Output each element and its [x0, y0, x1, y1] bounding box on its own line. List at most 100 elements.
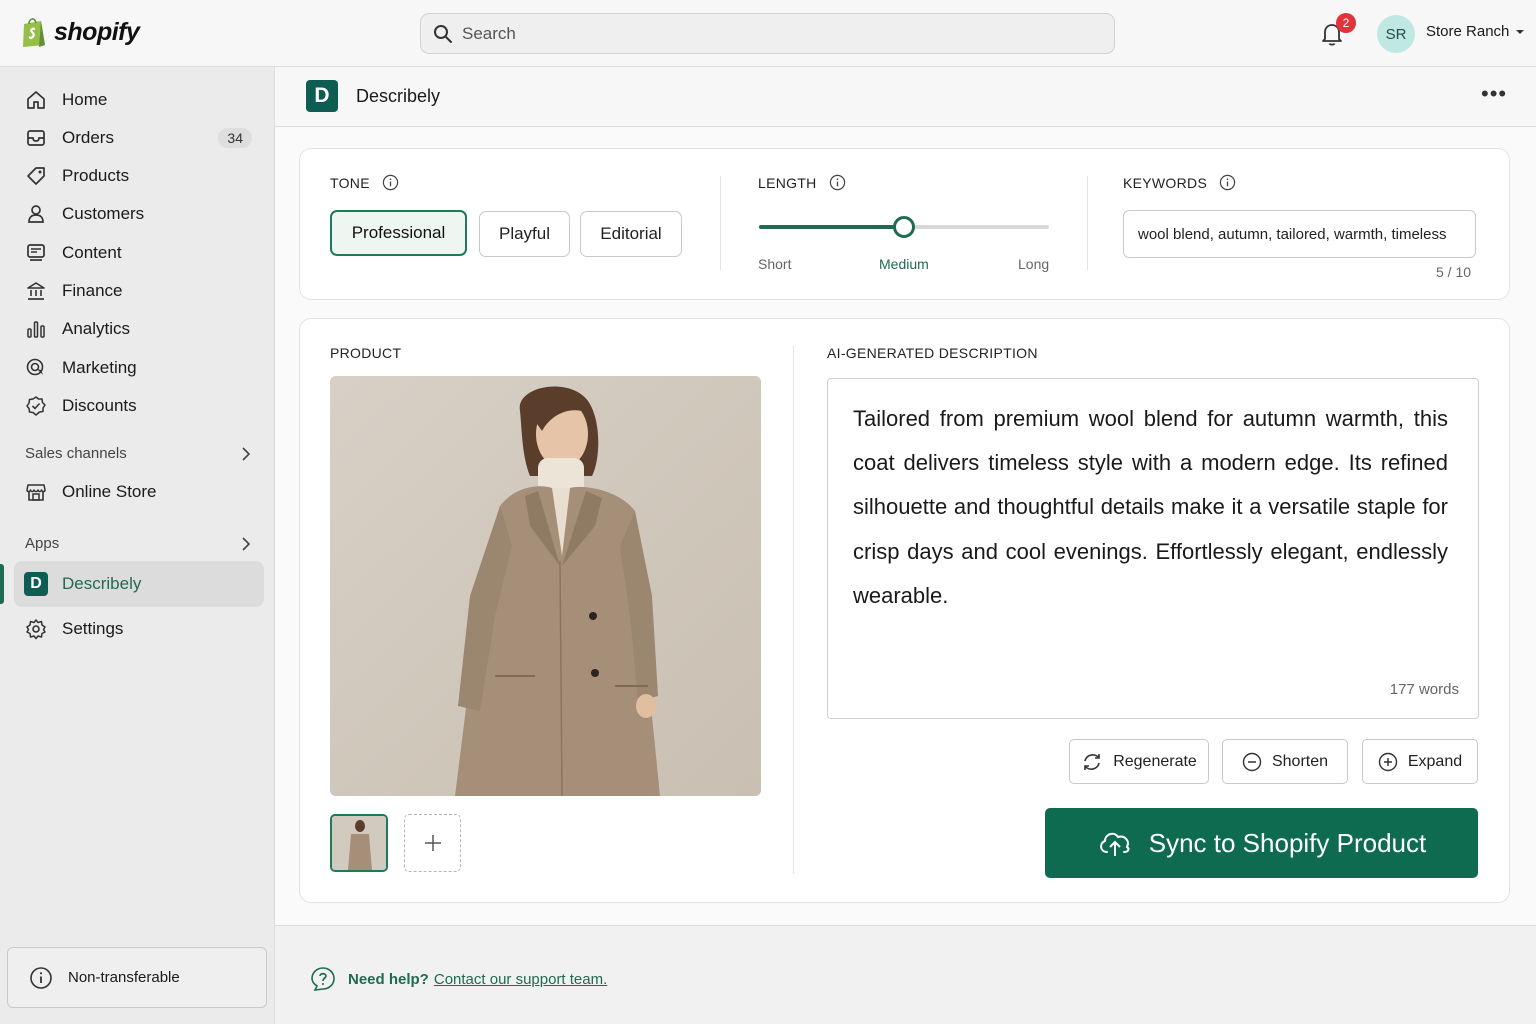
plus-icon	[424, 835, 441, 851]
search-placeholder: Search	[462, 23, 516, 43]
description-textarea[interactable]: Tailored from premium wool blend for aut…	[827, 378, 1479, 719]
sidebar-item-label: Analytics	[62, 319, 131, 338]
expand-label: Expand	[1407, 752, 1463, 770]
sidebar-item-analytics[interactable]: Analytics	[14, 310, 264, 348]
keywords-label: KEYWORDS	[1123, 174, 1208, 191]
word-count: 177 words	[1389, 681, 1459, 698]
sidebar-item-label: Online Store	[62, 482, 157, 501]
search-input[interactable]: Search	[420, 13, 1115, 54]
search-icon	[434, 24, 452, 43]
keywords-count: 5 / 10	[1436, 264, 1472, 280]
apps-label: Apps	[25, 535, 60, 552]
description-label: AI-GENERATED DESCRIPTION	[827, 345, 1038, 361]
target-icon	[26, 358, 44, 376]
sidebar-item-label: Marketing	[62, 358, 137, 377]
product-thumbnail[interactable]	[330, 814, 388, 872]
help-footer: Need help? Contact our support team.	[275, 925, 1536, 1024]
sidebar-item-label: Products	[62, 166, 130, 185]
product-heading: PRODUCT	[330, 345, 401, 361]
non-transferable-notice[interactable]: Non-transferable	[7, 947, 267, 1008]
chevron-right-icon	[242, 536, 250, 551]
help-icon	[311, 967, 335, 991]
avatar[interactable]: SR	[1377, 15, 1415, 53]
description-text[interactable]: Tailored from premium wool blend for aut…	[853, 397, 1448, 618]
sidebar-item-label: Describely	[62, 574, 142, 593]
regenerate-button[interactable]: Regenerate	[1069, 739, 1209, 784]
apps-section[interactable]: Apps	[25, 535, 250, 552]
tone-heading: TONE	[330, 174, 399, 191]
expand-button[interactable]: Expand	[1362, 739, 1478, 784]
sidebar-item-label: Finance	[62, 281, 123, 300]
content-icon	[27, 244, 45, 261]
add-image-button[interactable]	[404, 814, 461, 872]
divider	[1087, 176, 1088, 270]
store-menu[interactable]: Store Ranch	[1426, 23, 1525, 40]
app-header: D Describely •••	[275, 67, 1536, 127]
discount-icon	[26, 396, 46, 416]
shopify-bag-icon	[23, 18, 45, 47]
sidebar-item-label: Content	[62, 243, 122, 262]
store-name: Store Ranch	[1426, 23, 1510, 40]
help-section: Need help? Contact our support team.	[310, 966, 607, 992]
sidebar-item-online-store[interactable]: Online Store	[14, 473, 264, 511]
bank-icon	[27, 282, 45, 300]
store-icon	[26, 484, 46, 501]
description-heading: AI-GENERATED DESCRIPTION	[827, 345, 1038, 361]
gear-icon	[26, 619, 46, 640]
tone-professional-button[interactable]: Professional	[330, 210, 467, 256]
shorten-label: Shorten	[1271, 752, 1329, 770]
sync-to-shopify-button[interactable]: Sync to Shopify Product	[1045, 808, 1478, 878]
sidebar-item-finance[interactable]: Finance	[14, 272, 264, 310]
sidebar-item-describely[interactable]: D Describely	[14, 561, 264, 607]
orders-count-badge: 34	[218, 128, 252, 148]
sidebar-item-content[interactable]: Content	[14, 234, 264, 272]
chevron-right-icon	[242, 446, 250, 461]
sidebar-item-discounts[interactable]: Discounts	[14, 387, 264, 425]
support-link[interactable]: Contact our support team.	[434, 971, 607, 988]
product-label: PRODUCT	[330, 345, 402, 361]
active-indicator	[0, 564, 4, 604]
shopify-logo[interactable]: shopify	[20, 16, 140, 48]
person-icon	[28, 205, 44, 223]
sidebar-item-label: Discounts	[62, 396, 137, 415]
sales-channels-section[interactable]: Sales channels	[25, 445, 250, 462]
sidebar-item-label: Orders	[62, 128, 114, 147]
home-icon	[27, 91, 45, 109]
shorten-button[interactable]: Shorten	[1222, 739, 1348, 784]
keywords-heading: KEYWORDS	[1123, 174, 1236, 191]
sidebar-item-products[interactable]: Products	[14, 157, 264, 195]
tone-editorial-button[interactable]: Editorial	[580, 211, 682, 257]
app-title: Describely	[356, 86, 441, 106]
minus-circle-icon	[1242, 752, 1262, 771]
info-icon[interactable]	[382, 174, 399, 191]
tone-playful-button[interactable]: Playful	[479, 211, 570, 257]
sidebar-item-label: Settings	[62, 619, 124, 638]
slider-thumb[interactable]	[893, 216, 915, 238]
help-text: Need help?	[348, 970, 429, 988]
info-icon[interactable]	[1219, 174, 1236, 191]
sidebar-item-settings[interactable]: Settings	[14, 610, 264, 648]
length-short-label[interactable]: Short	[758, 256, 791, 272]
describely-logo-icon: D	[24, 572, 48, 596]
length-slider[interactable]	[759, 216, 1049, 238]
divider	[793, 346, 794, 874]
length-medium-label[interactable]: Medium	[879, 256, 929, 272]
sidebar-item-orders[interactable]: Orders 34	[14, 119, 264, 157]
refresh-icon	[1084, 753, 1100, 770]
more-actions-button[interactable]: •••	[1481, 83, 1507, 105]
length-long-label[interactable]: Long	[1018, 256, 1049, 272]
tag-icon	[27, 167, 45, 185]
bar-chart-icon	[27, 321, 45, 338]
sidebar-item-customers[interactable]: Customers	[14, 195, 264, 233]
keywords-input[interactable]: wool blend, autumn, tailored, warmth, ti…	[1123, 210, 1476, 258]
describely-logo-icon: D	[306, 80, 338, 112]
sidebar-item-home[interactable]: Home	[14, 81, 264, 119]
brand-name: shopify	[54, 17, 140, 46]
divider	[720, 176, 721, 270]
product-image	[330, 376, 761, 796]
coat-thumbnail-image	[332, 816, 386, 870]
top-bar: shopify Search 2 SR Store Ranch	[0, 0, 1536, 67]
info-icon[interactable]	[829, 174, 846, 191]
slider-fill	[759, 225, 904, 229]
sidebar-item-marketing[interactable]: Marketing	[14, 349, 264, 387]
